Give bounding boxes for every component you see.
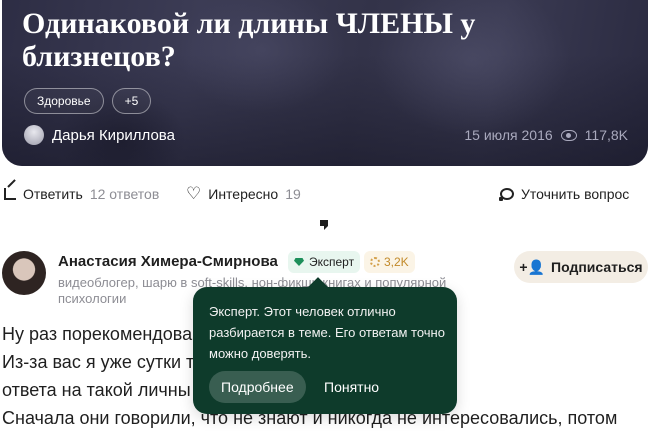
expert-badge[interactable]: Эксперт: [288, 251, 361, 273]
tag-more[interactable]: +5: [111, 88, 152, 114]
tooltip-text: Эксперт. Этот человек отлично разбираетс…: [209, 304, 445, 361]
expert-badge-label: Эксперт: [309, 255, 355, 269]
tag-list: Здоровье +5: [24, 88, 152, 114]
views-count: 117,8K: [584, 127, 628, 143]
eye-icon: [560, 129, 577, 141]
question-hero-card: Одинаковой ли длины ЧЛЕНЫ у близнецов? З…: [2, 0, 648, 166]
question-author-name: Дарья Кириллова: [52, 126, 175, 144]
interesting-count: 19: [285, 186, 301, 202]
expert-tooltip: Эксперт. Этот человек отлично разбираетс…: [193, 287, 457, 414]
question-date: 15 июля 2016: [464, 127, 553, 143]
clarify-question-button[interactable]: Уточнить вопрос: [499, 186, 630, 202]
tag-health[interactable]: Здоровье: [24, 88, 104, 114]
answer-author-avatar[interactable]: [2, 251, 46, 295]
subscribe-button[interactable]: +👤 Подписаться: [514, 251, 648, 283]
question-meta: 15 июля 2016 117,8K: [464, 127, 628, 143]
heart-icon: ♡: [186, 184, 202, 203]
interesting-label: Интересно: [208, 186, 279, 202]
answer-author-name[interactable]: Анастасия Химера-Смирнова: [58, 253, 278, 270]
question-title: Одинаковой ли длины ЧЛЕНЫ у близнецов?: [22, 7, 476, 73]
tooltip-more-button[interactable]: Подробнее: [209, 371, 306, 403]
question-author[interactable]: Дарья Кириллова: [24, 125, 175, 145]
karma-icon: [370, 257, 380, 267]
reply-icon: [4, 188, 16, 200]
clarify-label: Уточнить вопрос: [521, 186, 630, 202]
question-actions: Ответить 12 ответов ♡ Интересно 19 Уточн…: [0, 184, 661, 208]
interesting-button[interactable]: ♡ Интересно 19: [186, 184, 301, 203]
answers-count: 12 ответов: [89, 186, 160, 202]
answer-button[interactable]: Ответить 12 ответов: [4, 186, 159, 202]
subscribe-label: Подписаться: [551, 259, 643, 275]
tooltip-ok-button[interactable]: Понятно: [324, 371, 379, 403]
answer-label: Ответить: [23, 186, 83, 202]
diamond-icon: [294, 258, 304, 266]
karma-badge[interactable]: 3,2K: [364, 251, 415, 273]
author-avatar: [24, 125, 44, 145]
karma-value: 3,2K: [384, 255, 409, 269]
brand-mark-icon: [320, 220, 328, 230]
comment-bubble-icon: [499, 188, 514, 201]
add-person-icon: +👤: [519, 258, 546, 275]
